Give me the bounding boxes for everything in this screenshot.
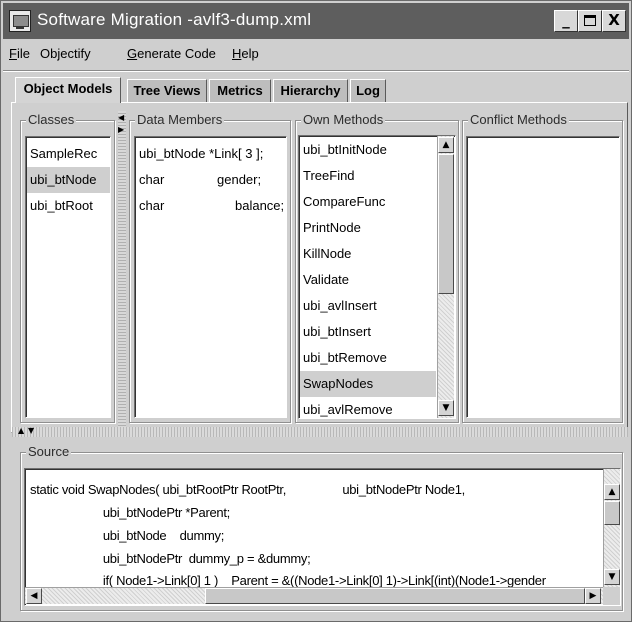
source-scroll-up-button[interactable]: ▲ (604, 484, 620, 500)
method-item[interactable]: ubi_avlInsert (303, 293, 377, 319)
source-scroll-left-button[interactable]: ◀ (26, 588, 42, 604)
minimize-button[interactable]: _ (554, 10, 578, 32)
menu-separator (3, 70, 629, 72)
data-members-list[interactable]: ubi_btNode *Link[ 3 ]; char gender; char… (134, 136, 287, 418)
menu-objectify[interactable]: Objectify (40, 46, 91, 61)
method-item-selected[interactable]: SwapNodes (300, 371, 436, 397)
method-item[interactable]: ubi_avlRemove (303, 397, 393, 418)
method-item[interactable]: PrintNode (303, 215, 361, 241)
source-title: Source (26, 444, 72, 459)
own-methods-scrollbar[interactable]: ▲ ▼ (437, 136, 454, 418)
classes-group: Classes SampleRec ubi_btNode ubi_btRoot (20, 112, 115, 423)
method-item[interactable]: ubi_btInitNode (303, 137, 387, 163)
maximize-icon (584, 15, 596, 26)
window-title: Software Migration -avlf3-dump.xml (37, 10, 312, 29)
menu-file-mnemonic: F (9, 46, 17, 61)
source-scroll-down-button[interactable]: ▼ (604, 569, 620, 585)
title-bar[interactable]: Software Migration -avlf3-dump.xml _ X (3, 3, 629, 39)
menu-file[interactable]: File (9, 46, 30, 61)
source-line: if( Node1->Link[0] 1 ) Parent = &((Node1… (30, 573, 546, 588)
scroll-corner (603, 587, 620, 605)
menu-generate-code-label: enerate Code (137, 46, 216, 61)
data-member-type: char (139, 198, 165, 213)
source-vertical-thumb[interactable] (604, 501, 620, 525)
menu-help[interactable]: Help (232, 46, 259, 61)
method-item[interactable]: Validate (303, 267, 349, 293)
source-line: ubi_btNodePtr dummy_p = &dummy; (30, 551, 311, 566)
method-item[interactable]: ubi_btRemove (303, 345, 387, 371)
method-item[interactable]: KillNode (303, 241, 351, 267)
scroll-down-button[interactable]: ▼ (438, 400, 454, 416)
data-member-type: ubi_btNode *Link[ 3 ]; (139, 146, 264, 161)
horizontal-splitter[interactable]: ▲ ▼ (12, 426, 628, 437)
scroll-thumb[interactable] (438, 154, 454, 294)
scroll-up-button[interactable]: ▲ (438, 137, 454, 153)
data-member-row[interactable]: char gender; (139, 167, 286, 193)
source-code-view[interactable]: static void SwapNodes( ubi_btRootPtr Roo… (24, 468, 621, 606)
tab-hierarchy[interactable]: Hierarchy (273, 79, 348, 102)
source-line: ubi_btNodePtr *Parent; (30, 505, 230, 520)
close-button[interactable]: X (602, 10, 626, 32)
splitter-left-arrow-icon[interactable]: ◀ (118, 113, 124, 122)
data-member-type: char (139, 172, 165, 187)
data-members-title: Data Members (135, 112, 225, 127)
method-item[interactable]: TreeFind (303, 163, 355, 189)
data-member-name: gender; (217, 172, 262, 187)
maximize-button[interactable] (578, 10, 602, 32)
splitter-down-arrow-icon[interactable]: ▼ (28, 426, 34, 435)
vertical-splitter[interactable]: ◀ ▶ (118, 111, 126, 429)
own-methods-list[interactable]: ubi_btInitNode TreeFind CompareFunc Prin… (298, 135, 456, 419)
source-scroll-right-button[interactable]: ▶ (585, 588, 601, 604)
conflict-methods-title: Conflict Methods (468, 112, 569, 127)
menu-objectify-label: Objectify (40, 46, 91, 61)
classes-title: Classes (26, 112, 77, 127)
tab-log[interactable]: Log (350, 79, 386, 102)
method-item[interactable]: ubi_btInsert (303, 319, 371, 345)
conflict-methods-list[interactable] (466, 136, 620, 418)
source-line: static void SwapNodes( ubi_btRootPtr Roo… (30, 482, 465, 497)
menu-generate-code-mnemonic: G (127, 46, 138, 61)
menu-file-label: ile (16, 46, 30, 61)
data-member-row[interactable]: char balance; (139, 193, 286, 219)
data-member-name: balance; (235, 198, 285, 213)
conflict-methods-group: Conflict Methods (462, 112, 623, 423)
menu-help-mnemonic: H (232, 46, 242, 61)
app-icon[interactable] (9, 10, 31, 32)
source-horizontal-thumb[interactable] (205, 588, 585, 604)
class-item-ubi-btnode[interactable]: ubi_btNode (27, 167, 110, 193)
tab-metrics[interactable]: Metrics (209, 79, 271, 102)
data-member-row[interactable]: ubi_btNode *Link[ 3 ]; (139, 141, 263, 167)
own-methods-group: Own Methods ubi_btInitNode TreeFind Comp… (295, 112, 459, 423)
tab-tree-views[interactable]: Tree Views (127, 79, 207, 102)
classes-list[interactable]: SampleRec ubi_btNode ubi_btRoot (25, 136, 111, 418)
source-horizontal-scrollbar[interactable]: ◀ ▶ (25, 587, 603, 604)
class-item-samplerec[interactable]: SampleRec (30, 141, 97, 167)
own-methods-title: Own Methods (301, 112, 386, 127)
data-members-group: Data Members ubi_btNode *Link[ 3 ]; char… (129, 112, 291, 423)
class-item-ubi-btroot[interactable]: ubi_btRoot (30, 193, 93, 219)
application-window: Software Migration -avlf3-dump.xml _ X F… (0, 0, 632, 622)
source-vertical-scrollbar[interactable]: ▲ ▼ (603, 469, 620, 587)
source-group: Source static void SwapNodes( ubi_btRoot… (20, 444, 623, 611)
menu-generate-code[interactable]: Generate Code (127, 46, 216, 61)
menu-bar: File Objectify Generate Code Help (3, 41, 629, 69)
tab-object-models[interactable]: Object Models (15, 77, 121, 103)
source-line: ubi_btNode dummy; (30, 528, 225, 543)
splitter-right-arrow-icon[interactable]: ▶ (118, 125, 124, 134)
method-item[interactable]: CompareFunc (303, 189, 385, 215)
menu-help-label: elp (241, 46, 259, 61)
splitter-up-arrow-icon[interactable]: ▲ (18, 426, 24, 435)
